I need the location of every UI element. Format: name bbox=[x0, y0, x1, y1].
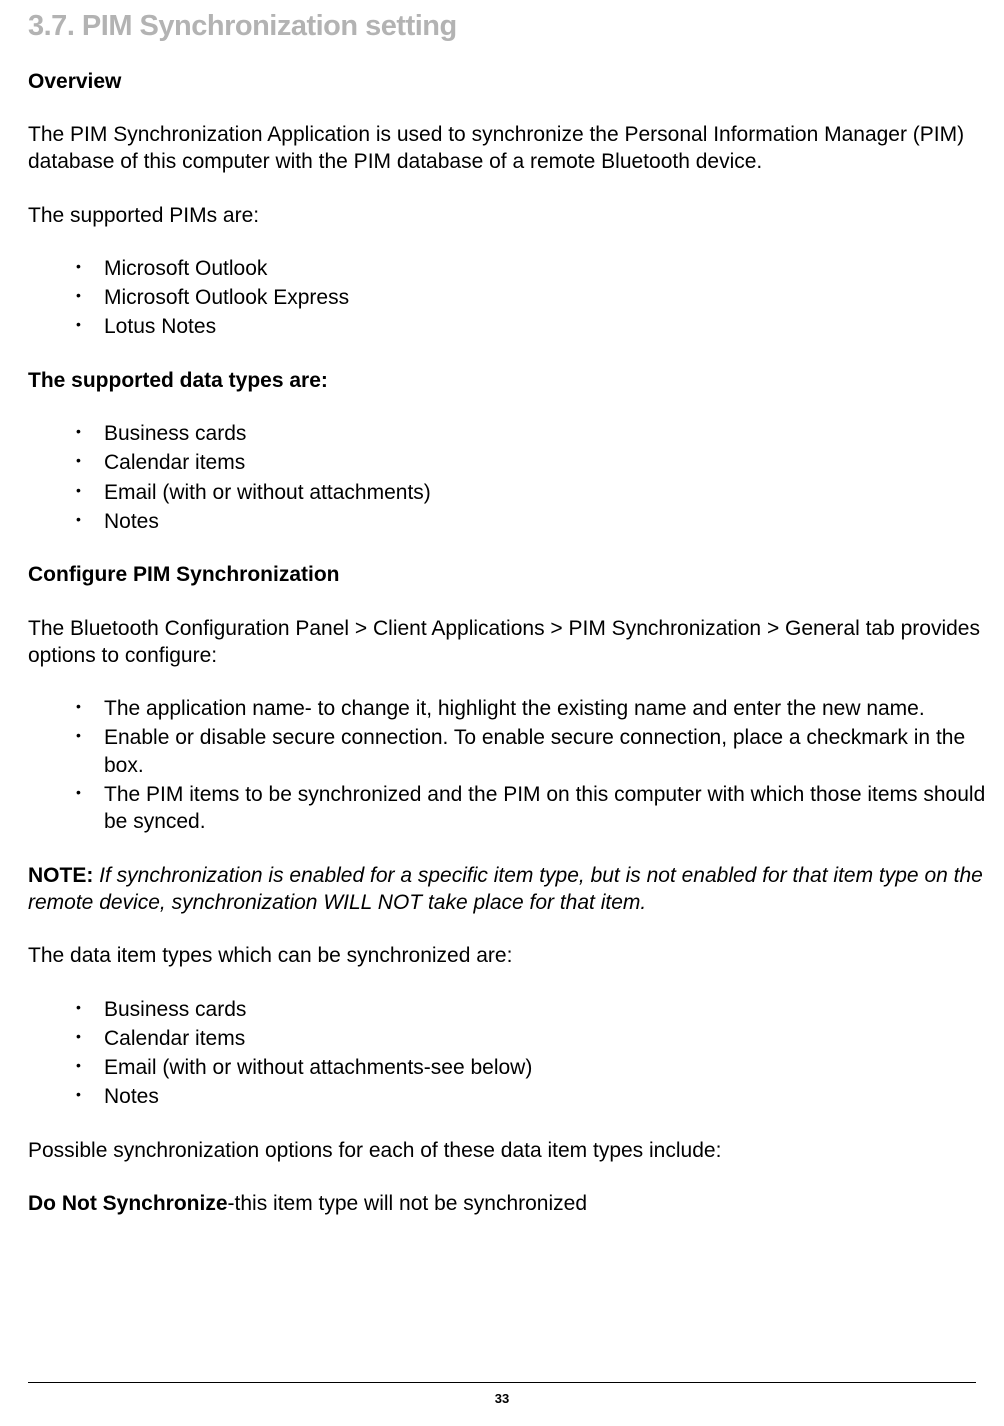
list-item: Business cards bbox=[76, 420, 988, 447]
sync-items-para: The data item types which can be synchro… bbox=[28, 942, 988, 969]
options-para: Possible synchronization options for eac… bbox=[28, 1137, 988, 1164]
list-item: Notes bbox=[76, 1083, 988, 1110]
data-types-list: Business cards Calendar items Email (wit… bbox=[28, 420, 988, 535]
pim-list: Microsoft Outlook Microsoft Outlook Expr… bbox=[28, 255, 988, 341]
list-item: Business cards bbox=[76, 996, 988, 1023]
list-item: Email (with or without attachments) bbox=[76, 479, 988, 506]
sync-items-list: Business cards Calendar items Email (wit… bbox=[28, 996, 988, 1111]
list-item: Lotus Notes bbox=[76, 313, 988, 340]
list-item: Enable or disable secure connection. To … bbox=[76, 724, 988, 779]
list-item: Microsoft Outlook Express bbox=[76, 284, 988, 311]
data-types-heading: The supported data types are: bbox=[28, 367, 988, 394]
note-text: If synchronization is enabled for a spec… bbox=[28, 864, 983, 914]
note-paragraph: NOTE: If synchronization is enabled for … bbox=[28, 862, 988, 917]
overview-para-2: The supported PIMs are: bbox=[28, 202, 988, 229]
list-item: Email (with or without attachments-see b… bbox=[76, 1054, 988, 1081]
list-item: Microsoft Outlook bbox=[76, 255, 988, 282]
do-not-sync-label: Do Not Synchronize bbox=[28, 1192, 228, 1215]
section-title: 3.7. PIM Synchronization setting bbox=[28, 8, 988, 46]
page-footer: 33 bbox=[0, 1382, 1004, 1408]
list-item: Calendar items bbox=[76, 1025, 988, 1052]
configure-heading: Configure PIM Synchronization bbox=[28, 561, 988, 588]
footer-divider bbox=[28, 1382, 976, 1383]
list-item: The PIM items to be synchronized and the… bbox=[76, 781, 988, 836]
overview-heading: Overview bbox=[28, 68, 988, 95]
configure-para: The Bluetooth Configuration Panel > Clie… bbox=[28, 615, 988, 670]
list-item: Notes bbox=[76, 508, 988, 535]
list-item: Calendar items bbox=[76, 449, 988, 476]
note-label: NOTE: bbox=[28, 864, 93, 887]
do-not-sync-line: Do Not Synchronize-this item type will n… bbox=[28, 1190, 988, 1217]
page-number: 33 bbox=[0, 1391, 1004, 1408]
do-not-sync-text: -this item type will not be synchronized bbox=[228, 1192, 588, 1215]
list-item: The application name- to change it, high… bbox=[76, 695, 988, 722]
overview-para-1: The PIM Synchronization Application is u… bbox=[28, 121, 988, 176]
configure-list: The application name- to change it, high… bbox=[28, 695, 988, 835]
